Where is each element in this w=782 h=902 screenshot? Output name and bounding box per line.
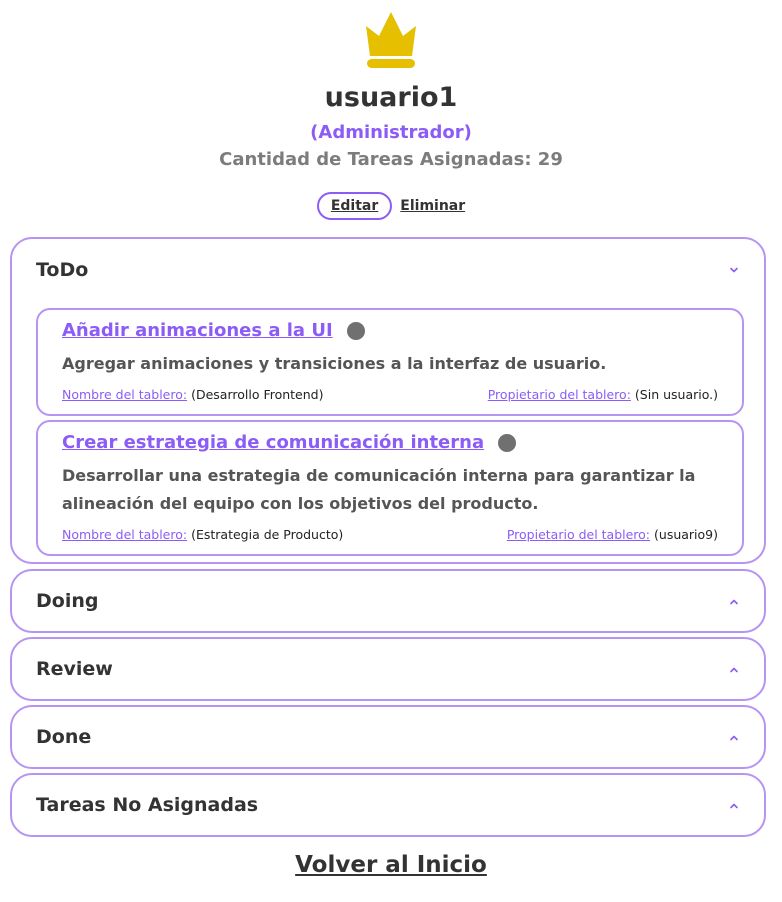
section-unassigned[interactable]: Tareas No Asignadas: [10, 773, 766, 837]
board-label-link[interactable]: Nombre del tablero:: [62, 387, 187, 402]
task-board: Nombre del tablero: (Estrategia de Produ…: [62, 527, 343, 542]
task-card: Añadir animaciones a la UI Agregar anima…: [36, 308, 744, 416]
board-value: (Estrategia de Producto): [191, 527, 344, 542]
chevron-up-icon[interactable]: [728, 596, 740, 608]
task-card: Crear estrategia de comunicación interna…: [36, 420, 744, 556]
owner-value: (usuario9): [654, 527, 718, 542]
section-done[interactable]: Done: [10, 705, 766, 769]
task-title[interactable]: Crear estrategia de comunicación interna: [62, 432, 484, 453]
section-unassigned-header[interactable]: Tareas No Asignadas: [36, 794, 258, 816]
crown-icon: [366, 12, 416, 68]
delete-button[interactable]: Eliminar: [400, 196, 465, 216]
section-done-header[interactable]: Done: [36, 726, 91, 748]
status-dot-icon: [498, 433, 517, 452]
task-title[interactable]: Añadir animaciones a la UI: [62, 320, 333, 341]
owner-label-link[interactable]: Propietario del tablero:: [488, 387, 631, 402]
chevron-up-icon[interactable]: [728, 664, 740, 676]
board-value: (Desarrollo Frontend): [191, 387, 324, 402]
section-todo-header[interactable]: ToDo: [36, 259, 88, 281]
board-label-link[interactable]: Nombre del tablero:: [62, 527, 187, 542]
owner-label-link[interactable]: Propietario del tablero:: [507, 527, 650, 542]
task-description: Desarrollar una estrategia de comunicaci…: [62, 466, 696, 513]
assigned-task-count: Cantidad de Tareas Asignadas: 29: [219, 149, 563, 170]
task-title-link[interactable]: Añadir animaciones a la UI: [62, 320, 365, 341]
edit-button[interactable]: Editar: [316, 192, 393, 220]
section-review-header[interactable]: Review: [36, 658, 113, 680]
status-dot-icon: [346, 321, 365, 340]
username-heading: usuario1: [324, 82, 458, 113]
user-role: (Administrador): [310, 122, 472, 143]
chevron-down-icon[interactable]: [728, 264, 740, 276]
section-doing-header[interactable]: Doing: [36, 590, 98, 612]
task-owner: Propietario del tablero: (Sin usuario.): [488, 387, 718, 402]
owner-value: (Sin usuario.): [634, 387, 718, 402]
chevron-up-icon[interactable]: [728, 800, 740, 812]
section-doing[interactable]: Doing: [10, 569, 766, 633]
task-owner: Propietario del tablero: (usuario9): [507, 527, 718, 542]
section-review[interactable]: Review: [10, 637, 766, 701]
chevron-up-icon[interactable]: [728, 732, 740, 744]
user-profile-page: usuario1 (Administrador) Cantidad de Tar…: [0, 0, 782, 902]
task-description: Agregar animaciones y transiciones a la …: [62, 354, 607, 373]
task-board: Nombre del tablero: (Desarrollo Frontend…: [62, 387, 323, 402]
back-to-home-link[interactable]: Volver al Inicio: [0, 852, 782, 878]
task-title-link[interactable]: Crear estrategia de comunicación interna: [62, 432, 517, 453]
profile-actions: Editar Eliminar: [0, 192, 782, 220]
section-todo: ToDo Añadir animaciones a la UI Agregar …: [10, 237, 766, 564]
